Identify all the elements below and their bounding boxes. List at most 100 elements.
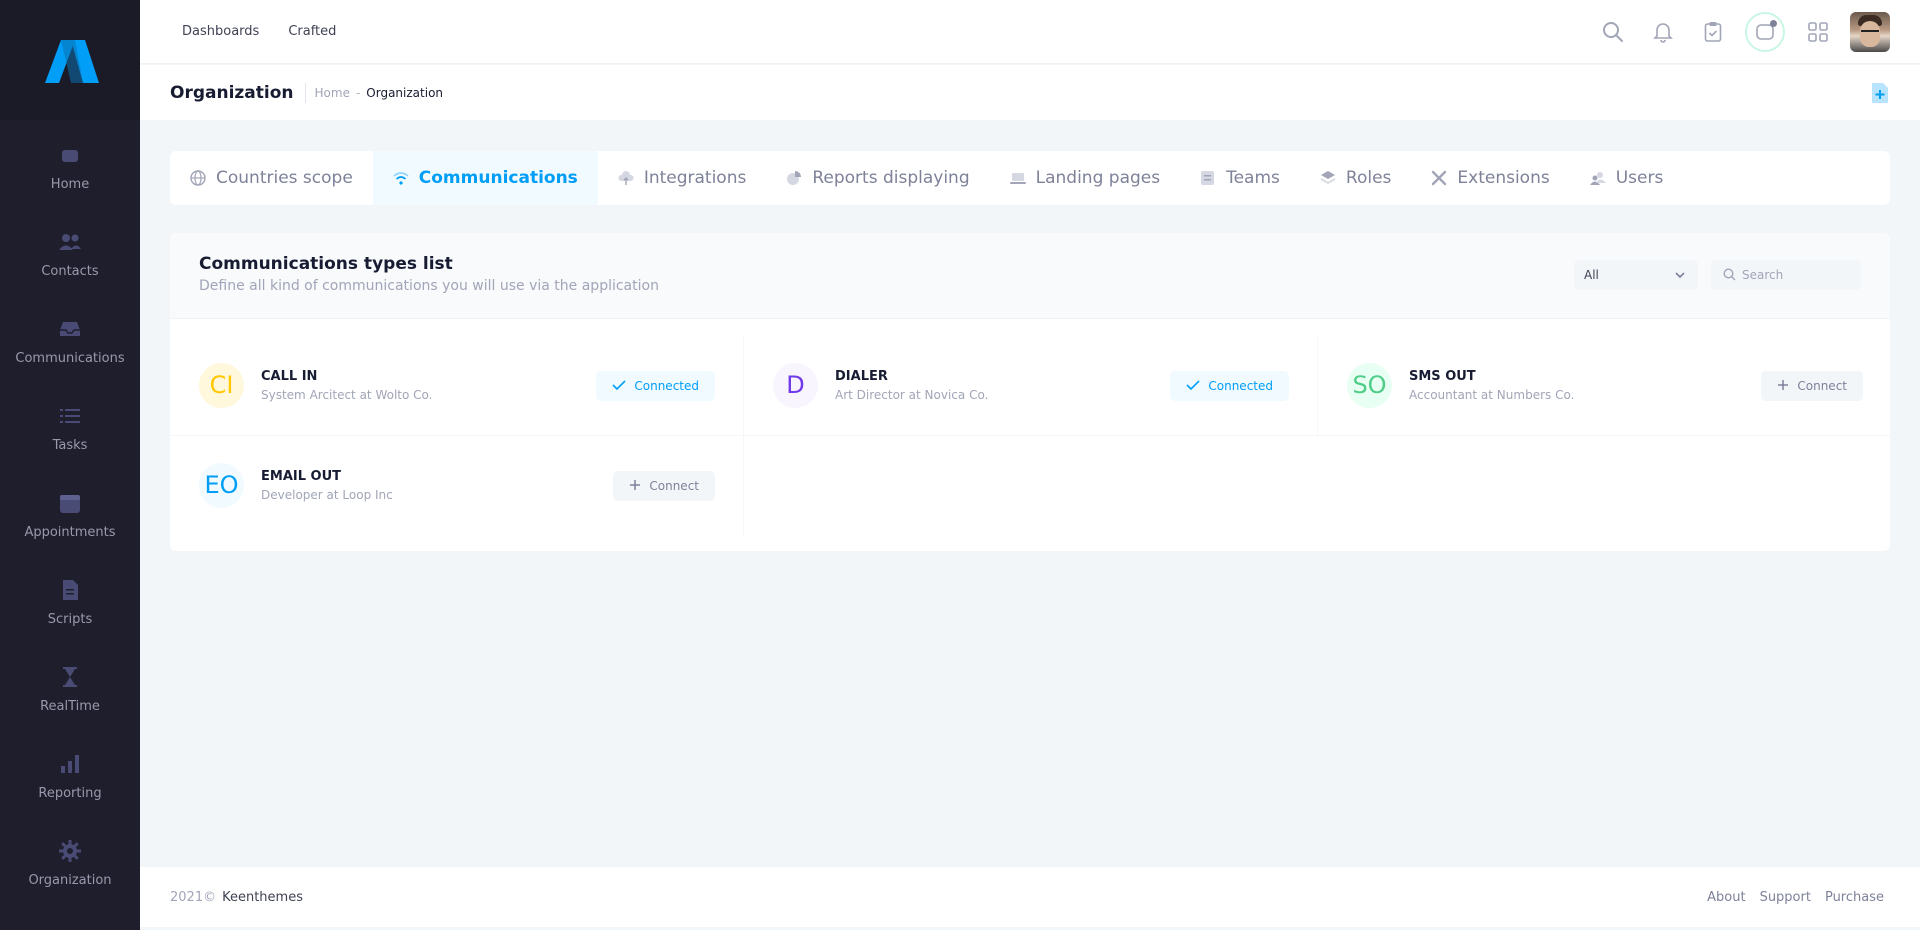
tab-landing-pages[interactable]: Landing pages: [990, 151, 1180, 205]
teams-icon: [1200, 170, 1216, 186]
sidebar-item-label: Home: [50, 177, 90, 192]
connected-button[interactable]: Connected: [1170, 371, 1289, 401]
title-separator: [304, 82, 306, 103]
sidebar-item-realtime[interactable]: RealTime: [0, 646, 140, 733]
sidebar-item-tasks[interactable]: Tasks: [0, 385, 140, 472]
tasks-icon: [58, 404, 82, 428]
clipboard-icon[interactable]: [1695, 12, 1730, 52]
tab-countries-scope[interactable]: Countries scope: [170, 151, 373, 205]
connect-button[interactable]: Connect: [613, 471, 715, 501]
tab-label: Landing pages: [1035, 168, 1161, 188]
communication-item-dialer: D DIALER Art Director at Novica Co. Conn…: [744, 335, 1318, 435]
communication-types-grid: CI CALL IN System Arcitect at Wolto Co. …: [170, 319, 1890, 551]
search-input[interactable]: [1742, 268, 1852, 282]
add-file-icon[interactable]: [1870, 82, 1890, 108]
wifi-icon: [393, 170, 409, 186]
plus-icon: [629, 479, 641, 494]
button-label: Connected: [1208, 379, 1273, 393]
tab-users[interactable]: Users: [1570, 151, 1684, 205]
communication-item-sms-out: SO SMS OUT Accountant at Numbers Co. Con…: [1318, 335, 1892, 435]
connect-button[interactable]: Connect: [1761, 371, 1863, 401]
item-symbol: CI: [199, 362, 244, 408]
page-title: Organization: [170, 82, 294, 103]
item-symbol: EO: [199, 462, 244, 508]
tab-integrations[interactable]: Integrations: [598, 151, 767, 205]
item-symbol: D: [773, 362, 818, 408]
tab-reports-displaying[interactable]: Reports displaying: [766, 151, 989, 205]
sidebar-item-label: Organization: [28, 873, 112, 888]
button-label: Connected: [634, 379, 699, 393]
item-name[interactable]: CALL IN: [261, 369, 432, 384]
sidebar-item-organization[interactable]: Organization: [0, 820, 140, 907]
apps-grid-icon[interactable]: [1800, 12, 1835, 52]
menu-crafted[interactable]: Crafted: [288, 24, 336, 39]
cloud-upload-icon: [618, 170, 634, 186]
tab-extensions[interactable]: Extensions: [1411, 151, 1569, 205]
home-icon: [58, 143, 82, 167]
tab-label: Integrations: [643, 168, 747, 188]
footer-link-purchase[interactable]: Purchase: [1825, 890, 1884, 905]
sidebar-item-label: Appointments: [24, 525, 116, 540]
footer-link-about[interactable]: About: [1707, 890, 1745, 905]
footer-brand-link[interactable]: Keenthemes: [222, 890, 303, 905]
sidebar-item-home[interactable]: Home: [0, 124, 140, 211]
sidebar-item-label: Contacts: [41, 264, 99, 279]
laptop-icon: [1009, 170, 1026, 186]
sidebar-item-scripts[interactable]: Scripts: [0, 559, 140, 646]
tab-label: Users: [1615, 168, 1664, 188]
top-header: Dashboards Crafted: [140, 0, 1920, 64]
breadcrumb-home[interactable]: Home: [315, 86, 350, 100]
tab-label: Roles: [1345, 168, 1392, 188]
chat-icon[interactable]: [1745, 12, 1785, 52]
item-name[interactable]: EMAIL OUT: [261, 469, 393, 484]
sidebar-item-communications[interactable]: Communications: [0, 298, 140, 385]
sidebar-item-reporting[interactable]: Reporting: [0, 733, 140, 820]
header-actions: [1595, 12, 1890, 52]
sidebar-item-label: Scripts: [47, 612, 93, 627]
breadcrumb-current: Organization: [366, 85, 444, 100]
extensions-icon: [1431, 170, 1447, 186]
calendar-icon: [58, 491, 82, 515]
bar-chart-icon: [58, 752, 82, 776]
users-icon: [1589, 170, 1606, 186]
header-menu: Dashboards Crafted: [140, 24, 336, 39]
item-description: Developer at Loop Inc: [261, 487, 393, 502]
hourglass-icon: [58, 665, 82, 689]
sidebar: Home Contacts Communications Tasks Appoi…: [0, 0, 140, 930]
bell-icon[interactable]: [1645, 12, 1680, 52]
footer-link-support[interactable]: Support: [1760, 890, 1811, 905]
filter-selected-value: All: [1584, 268, 1599, 282]
tab-label: Countries scope: [216, 168, 353, 188]
search-box: [1711, 260, 1861, 290]
logo[interactable]: [0, 0, 140, 120]
button-label: Connect: [649, 479, 699, 493]
tab-label: Extensions: [1457, 168, 1550, 188]
page-toolbar: Organization Home - Organization: [140, 65, 1920, 120]
menu-dashboards[interactable]: Dashboards: [182, 24, 259, 39]
connected-button[interactable]: Connected: [596, 371, 715, 401]
tab-label: Teams: [1226, 168, 1280, 188]
item-description: Art Director at Novica Co.: [835, 387, 989, 402]
tab-teams[interactable]: Teams: [1180, 151, 1300, 205]
item-name[interactable]: SMS OUT: [1409, 369, 1574, 384]
card-header: Communications types list Define all kin…: [170, 233, 1890, 319]
settings-tabs: Countries scope Communications Integrati…: [170, 151, 1890, 205]
plus-icon: [1777, 379, 1789, 394]
type-filter-select[interactable]: All: [1574, 260, 1698, 290]
sidebar-item-appointments[interactable]: Appointments: [0, 472, 140, 559]
breadcrumb-separator: -: [355, 85, 361, 100]
tab-label: Reports displaying: [812, 168, 970, 188]
item-name[interactable]: DIALER: [835, 369, 988, 384]
sidebar-item-label: Communications: [15, 351, 125, 366]
footer: 2021© Keenthemes About Support Purchase: [140, 867, 1920, 927]
sidebar-item-contacts[interactable]: Contacts: [0, 211, 140, 298]
item-description: Accountant at Numbers Co.: [1409, 387, 1575, 402]
communications-card: Communications types list Define all kin…: [170, 233, 1890, 551]
tab-roles[interactable]: Roles: [1300, 151, 1412, 205]
tab-communications[interactable]: Communications: [372, 151, 598, 205]
user-avatar[interactable]: [1850, 12, 1890, 52]
gear-icon: [58, 839, 82, 863]
search-icon[interactable]: [1595, 12, 1630, 52]
sidebar-item-label: Reporting: [38, 786, 102, 801]
sidebar-item-label: Tasks: [52, 438, 88, 453]
